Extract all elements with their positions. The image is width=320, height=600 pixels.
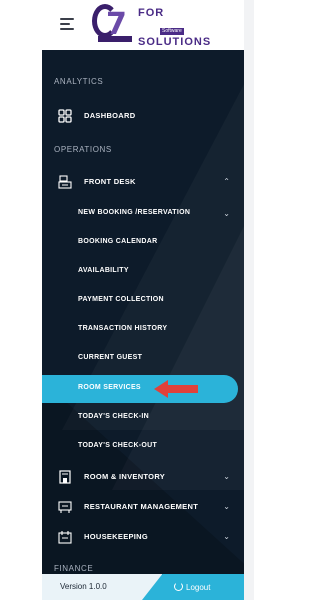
sidebar-item-label: TRANSACTION HISTORY: [78, 325, 168, 332]
sidebar: ANALYTICS DASHBOARD OPERATIONS FRONT DES…: [42, 50, 244, 600]
sidebar-item-restaurant-management[interactable]: RESTAURANT MANAGEMENT ⌄: [42, 496, 244, 518]
housekeeping-icon: [58, 531, 72, 544]
sidebar-item-label: FRONT DESK: [84, 177, 136, 186]
sidebar-item-label: TODAY'S CHECK-OUT: [78, 442, 158, 449]
logo-text: FOR Software SOLUTIONS: [138, 7, 212, 48]
chevron-down-icon: ⌄: [223, 209, 230, 218]
section-label-analytics: ANALYTICS: [54, 77, 104, 86]
sidebar-item-label: ROOM SERVICES: [78, 384, 141, 391]
sidebar-item-label: PAYMENT COLLECTION: [78, 296, 164, 303]
red-arrow-annotation-icon: [154, 380, 198, 398]
sidebar-item-housekeeping[interactable]: HOUSEKEEPING ⌄: [42, 526, 244, 548]
sidebar-item-label: AVAILABILITY: [78, 267, 129, 274]
sidebar-item-label: BOOKING CALENDAR: [78, 238, 158, 245]
sidebar-item-room-inventory[interactable]: ROOM & INVENTORY ⌄: [42, 466, 244, 488]
logout-button[interactable]: Logout: [174, 582, 210, 592]
sidebar-item-label: RESTAURANT MANAGEMENT: [84, 502, 199, 511]
sidebar-item-label: NEW BOOKING /RESERVATION: [78, 209, 191, 216]
sidebar-item-front-desk[interactable]: FRONT DESK ⌃: [42, 171, 244, 193]
section-label-finance: FINANCE: [54, 564, 94, 573]
content-area-edge: [244, 0, 300, 600]
sidebar-item-transaction-history[interactable]: TRANSACTION HISTORY: [42, 319, 244, 341]
section-label-operations: OPERATIONS: [54, 145, 112, 154]
version-label: Version 1.0.0: [60, 582, 107, 591]
sidebar-footer: Version 1.0.0 Logout: [42, 574, 244, 600]
sidebar-item-label: TODAY'S CHECK-IN: [78, 413, 150, 420]
sidebar-item-todays-check-in[interactable]: TODAY'S CHECK-IN: [42, 407, 244, 429]
sidebar-item-label: HOUSEKEEPING: [84, 532, 149, 541]
sidebar-item-availability[interactable]: AVAILABILITY: [42, 261, 244, 283]
hamburger-menu-icon[interactable]: [60, 18, 74, 30]
power-icon: [174, 582, 183, 591]
front-desk-icon: [58, 175, 72, 189]
sidebar-item-dashboard[interactable]: DASHBOARD: [42, 105, 244, 127]
company-logo: 7 FOR Software SOLUTIONS: [92, 4, 212, 48]
sidebar-item-label: DASHBOARD: [84, 111, 136, 120]
building-icon: [59, 470, 71, 484]
logo-badge: 7: [92, 4, 138, 46]
dashboard-grid-icon: [58, 109, 72, 123]
sidebar-item-label: ROOM & INVENTORY: [84, 472, 166, 481]
chevron-down-icon: ⌄: [223, 502, 230, 511]
top-header: 7 FOR Software SOLUTIONS: [0, 0, 244, 50]
logout-label: Logout: [186, 583, 211, 592]
restaurant-icon: [58, 501, 72, 513]
sidebar-item-label: CURRENT GUEST: [78, 354, 143, 361]
chevron-down-icon: ⌄: [223, 472, 230, 481]
sidebar-item-booking-calendar[interactable]: BOOKING CALENDAR: [42, 232, 244, 254]
sidebar-item-new-booking[interactable]: NEW BOOKING /RESERVATION ⌄: [42, 203, 244, 225]
sidebar-item-payment-collection[interactable]: PAYMENT COLLECTION: [42, 290, 244, 312]
sidebar-item-todays-check-out[interactable]: TODAY'S CHECK-OUT: [42, 436, 244, 458]
chevron-up-icon: ⌃: [223, 177, 230, 186]
sidebar-item-current-guest[interactable]: CURRENT GUEST: [42, 348, 244, 370]
chevron-down-icon: ⌄: [223, 532, 230, 541]
sidebar-item-room-services[interactable]: ROOM SERVICES: [42, 378, 244, 400]
